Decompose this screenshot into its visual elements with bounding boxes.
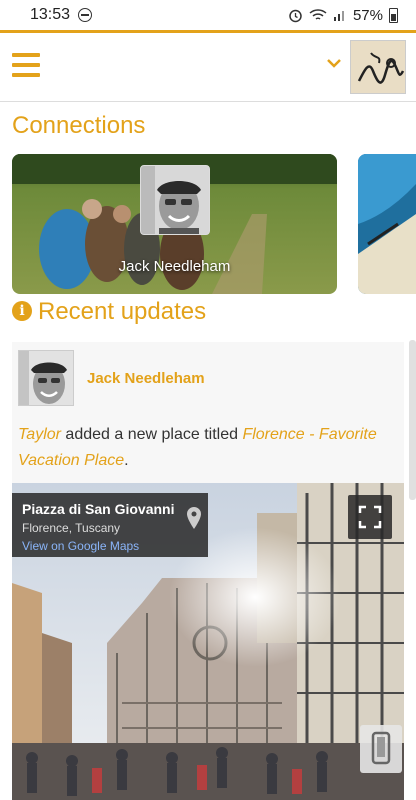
info-icon: i <box>12 301 32 321</box>
status-bar: 13:53 57% <box>0 0 416 30</box>
alarm-icon <box>289 9 302 22</box>
connection-card[interactable]: Jack Needleham <box>12 154 337 294</box>
street-view[interactable]: Piazza di San Giovanni Florence, Tuscany… <box>12 483 404 800</box>
fullscreen-icon[interactable] <box>348 495 392 539</box>
menu-icon[interactable] <box>12 53 40 77</box>
clock: 13:53 <box>30 6 71 23</box>
view-on-google-maps-link[interactable]: View on Google Maps <box>22 539 198 553</box>
connection-photo <box>140 165 210 235</box>
update-text: Taylor added a new place titled Florence… <box>18 422 398 474</box>
connections-heading: Connections <box>12 112 146 139</box>
chevron-down-icon[interactable] <box>326 55 342 71</box>
street-view-control-button[interactable] <box>360 725 402 773</box>
status-icons: 57% <box>288 7 398 24</box>
street-view-info-panel: Piazza di San Giovanni Florence, Tuscany… <box>12 493 208 557</box>
app-bar <box>0 30 416 102</box>
update-text-end: . <box>124 452 129 469</box>
connection-name: Jack Needleham <box>118 258 231 275</box>
street-view-subtitle: Florence, Tuscany <box>22 521 121 535</box>
wifi-icon <box>309 9 327 20</box>
update-author-avatar[interactable] <box>18 350 74 406</box>
recent-updates-heading: Recent updates <box>38 298 207 325</box>
battery-icon <box>389 7 398 23</box>
update-card: Jack Needleham Taylor added a new place … <box>12 342 404 800</box>
update-author-name[interactable]: Jack Needleham <box>87 370 205 387</box>
battery-percent: 57% <box>352 6 383 24</box>
update-text-middle: added a new place titled <box>60 426 243 443</box>
actor-link[interactable]: Taylor <box>18 426 61 443</box>
signal-icon <box>333 11 344 21</box>
do-not-disturb-icon <box>78 8 93 22</box>
map-pin-icon[interactable] <box>186 507 202 529</box>
user-avatar[interactable] <box>350 40 406 94</box>
scrollbar[interactable] <box>409 340 416 500</box>
street-view-title: Piazza di San Giovanni <box>22 501 175 517</box>
connection-card-next[interactable] <box>358 154 416 294</box>
